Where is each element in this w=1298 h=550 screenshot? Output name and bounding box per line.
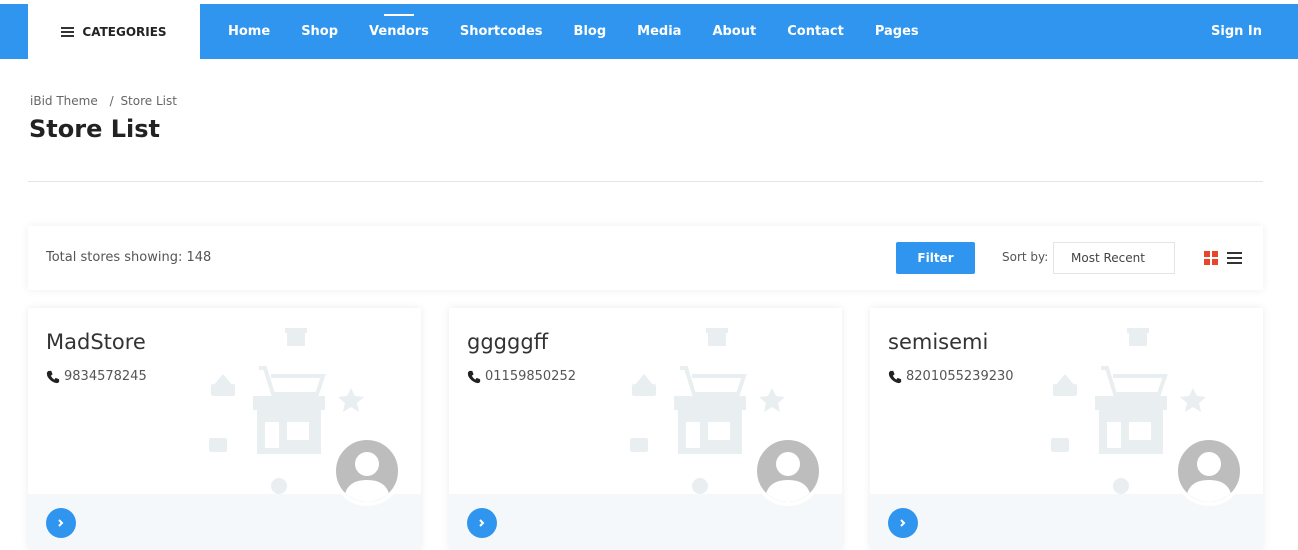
hamburger-menu-icon [61,26,75,37]
avatar [753,436,823,506]
categories-button[interactable]: CATEGORIES [28,4,200,59]
sign-in-link[interactable]: Sign In [1211,4,1262,59]
avatar [1174,436,1244,506]
store-name[interactable]: semisemi [888,330,988,354]
nav-shop[interactable]: Shop [301,24,338,39]
store-phone-number: 9834578245 [64,369,147,384]
nav-media[interactable]: Media [637,24,681,39]
user-avatar-icon [344,452,390,502]
store-name[interactable]: MadStore [46,330,146,354]
store-phone: 9834578245 [46,369,147,384]
store-phone: 01159850252 [467,369,576,384]
chevron-right-icon [900,519,906,527]
main-nav: Home Shop Vendors Shortcodes Blog Media … [228,4,950,59]
sort-select[interactable]: Most Recent [1053,242,1175,274]
open-store-button[interactable] [46,508,76,538]
breadcrumb: iBid Theme / Store List [30,94,177,108]
page-title: Store List [29,115,160,143]
nav-contact[interactable]: Contact [787,24,844,39]
open-store-button[interactable] [888,508,918,538]
store-card[interactable]: gggggff 01159850252 [449,308,842,550]
topbar-edge [0,4,8,59]
categories-label: CATEGORIES [82,24,167,39]
nav-vendors[interactable]: Vendors [369,14,429,39]
store-phone-number: 8201055239230 [906,369,1014,384]
filter-button[interactable]: Filter [896,242,975,274]
chevron-right-icon [58,519,64,527]
phone-icon [888,370,902,383]
open-store-button[interactable] [467,508,497,538]
grid-view-icon[interactable] [1204,251,1218,265]
store-toolbar: Total stores showing: 148 Filter Sort by… [28,226,1263,290]
breadcrumb-current: Store List [120,94,177,108]
divider [28,181,1263,182]
total-stores-text: Total stores showing: 148 [46,250,212,265]
phone-icon [467,370,481,383]
chevron-right-icon [479,519,485,527]
avatar [332,436,402,506]
nav-shortcodes[interactable]: Shortcodes [460,24,543,39]
store-name[interactable]: gggggff [467,330,548,354]
user-avatar-icon [765,452,811,502]
nav-about[interactable]: About [712,24,756,39]
sort-label: Sort by: [1002,250,1049,264]
list-view-icon[interactable] [1227,252,1242,264]
store-card[interactable]: semisemi 8201055239230 [870,308,1263,550]
breadcrumb-separator: / [109,94,114,108]
nav-home[interactable]: Home [228,24,270,39]
store-card[interactable]: MadStore 9834578245 [28,308,421,550]
breadcrumb-home[interactable]: iBid Theme [30,94,98,108]
user-avatar-icon [1186,452,1232,502]
nav-blog[interactable]: Blog [574,24,607,39]
phone-icon [46,370,60,383]
nav-pages[interactable]: Pages [875,24,919,39]
store-phone: 8201055239230 [888,369,1014,384]
store-phone-number: 01159850252 [485,369,576,384]
